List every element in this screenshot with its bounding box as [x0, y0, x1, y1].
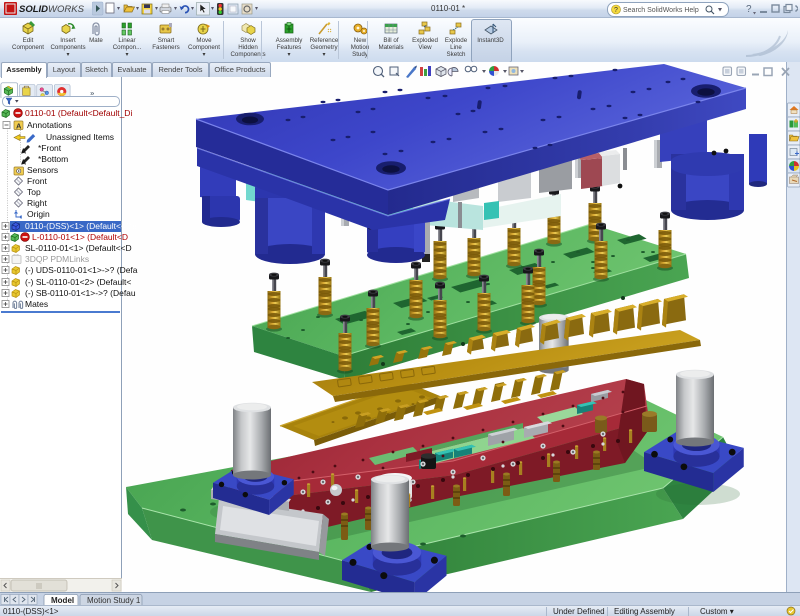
svg-text:SOLIDWORKS: SOLIDWORKS — [19, 4, 85, 15]
svg-text:?: ? — [614, 7, 618, 14]
svg-text:Motion Study 1: Motion Study 1 — [87, 596, 141, 605]
svg-text:Search SolidWorks Help: Search SolidWorks Help — [623, 7, 699, 14]
svg-text:Model: Model — [51, 596, 74, 605]
svg-text:?: ? — [746, 4, 752, 15]
